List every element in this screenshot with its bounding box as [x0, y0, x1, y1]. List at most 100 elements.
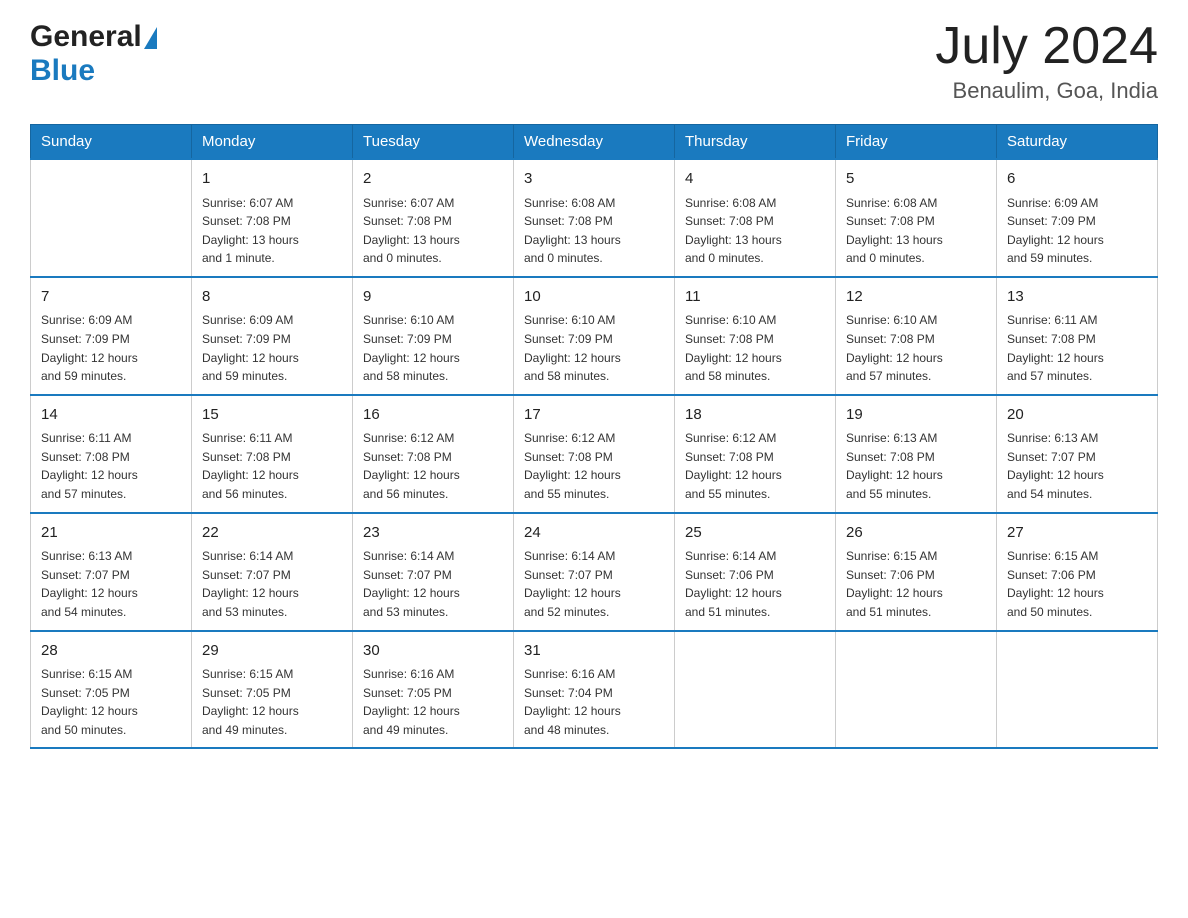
calendar-header-cell: Wednesday: [514, 125, 675, 160]
calendar-day-cell: 10Sunrise: 6:10 AM Sunset: 7:09 PM Dayli…: [514, 277, 675, 395]
calendar-header-cell: Thursday: [675, 125, 836, 160]
day-number: 27: [1007, 522, 1147, 545]
day-info: Sunrise: 6:10 AM Sunset: 7:08 PM Dayligh…: [846, 311, 986, 385]
day-number: 19: [846, 404, 986, 427]
day-number: 8: [202, 286, 342, 309]
calendar-header-cell: Saturday: [997, 125, 1158, 160]
calendar-day-cell: 9Sunrise: 6:10 AM Sunset: 7:09 PM Daylig…: [353, 277, 514, 395]
calendar-day-cell: 26Sunrise: 6:15 AM Sunset: 7:06 PM Dayli…: [836, 513, 997, 631]
day-info: Sunrise: 6:09 AM Sunset: 7:09 PM Dayligh…: [202, 311, 342, 385]
day-info: Sunrise: 6:08 AM Sunset: 7:08 PM Dayligh…: [524, 194, 664, 268]
day-info: Sunrise: 6:14 AM Sunset: 7:07 PM Dayligh…: [202, 547, 342, 621]
day-info: Sunrise: 6:15 AM Sunset: 7:06 PM Dayligh…: [1007, 547, 1147, 621]
calendar-header-cell: Monday: [192, 125, 353, 160]
calendar-day-cell: 19Sunrise: 6:13 AM Sunset: 7:08 PM Dayli…: [836, 395, 997, 513]
calendar-day-cell: 8Sunrise: 6:09 AM Sunset: 7:09 PM Daylig…: [192, 277, 353, 395]
calendar-day-cell: 4Sunrise: 6:08 AM Sunset: 7:08 PM Daylig…: [675, 159, 836, 277]
day-number: 1: [202, 168, 342, 191]
day-number: 7: [41, 286, 181, 309]
day-number: 6: [1007, 168, 1147, 191]
day-info: Sunrise: 6:16 AM Sunset: 7:04 PM Dayligh…: [524, 665, 664, 739]
day-info: Sunrise: 6:15 AM Sunset: 7:05 PM Dayligh…: [202, 665, 342, 739]
day-info: Sunrise: 6:13 AM Sunset: 7:07 PM Dayligh…: [1007, 429, 1147, 503]
calendar-day-cell: 28Sunrise: 6:15 AM Sunset: 7:05 PM Dayli…: [31, 631, 192, 749]
day-info: Sunrise: 6:08 AM Sunset: 7:08 PM Dayligh…: [846, 194, 986, 268]
day-info: Sunrise: 6:10 AM Sunset: 7:09 PM Dayligh…: [363, 311, 503, 385]
calendar-day-cell: [997, 631, 1158, 749]
calendar-day-cell: 20Sunrise: 6:13 AM Sunset: 7:07 PM Dayli…: [997, 395, 1158, 513]
day-info: Sunrise: 6:15 AM Sunset: 7:05 PM Dayligh…: [41, 665, 181, 739]
logo-blue-row: Blue: [30, 54, 95, 88]
day-info: Sunrise: 6:11 AM Sunset: 7:08 PM Dayligh…: [202, 429, 342, 503]
calendar-day-cell: [675, 631, 836, 749]
day-number: 5: [846, 168, 986, 191]
calendar-week-row: 1 Sunrise: 6:07 AM Sunset: 7:08 PM Daylig…: [31, 159, 1158, 277]
logo: General Blue: [30, 20, 157, 88]
calendar-day-cell: 27Sunrise: 6:15 AM Sunset: 7:06 PM Dayli…: [997, 513, 1158, 631]
calendar-day-cell: 23Sunrise: 6:14 AM Sunset: 7:07 PM Dayli…: [353, 513, 514, 631]
calendar-day-cell: 31Sunrise: 6:16 AM Sunset: 7:04 PM Dayli…: [514, 631, 675, 749]
day-number: 3: [524, 168, 664, 191]
calendar-week-row: 14Sunrise: 6:11 AM Sunset: 7:08 PM Dayli…: [31, 395, 1158, 513]
day-number: 10: [524, 286, 664, 309]
day-number: 22: [202, 522, 342, 545]
logo-triangle-icon: [144, 27, 157, 49]
calendar-day-cell: 29Sunrise: 6:15 AM Sunset: 7:05 PM Dayli…: [192, 631, 353, 749]
logo-general-text: General: [30, 20, 142, 54]
logo-blue-text: Blue: [30, 54, 95, 87]
day-info: Sunrise: 6:13 AM Sunset: 7:08 PM Dayligh…: [846, 429, 986, 503]
calendar-day-cell: 16Sunrise: 6:12 AM Sunset: 7:08 PM Dayli…: [353, 395, 514, 513]
logo-general-row: General: [30, 20, 157, 54]
day-number: 26: [846, 522, 986, 545]
day-number: 20: [1007, 404, 1147, 427]
day-info: Sunrise: 6:11 AM Sunset: 7:08 PM Dayligh…: [41, 429, 181, 503]
day-number: 16: [363, 404, 503, 427]
calendar-day-cell: 15Sunrise: 6:11 AM Sunset: 7:08 PM Dayli…: [192, 395, 353, 513]
calendar-day-cell: 1 Sunrise: 6:07 AM Sunset: 7:08 PM Daylig…: [192, 159, 353, 277]
calendar-day-cell: 25Sunrise: 6:14 AM Sunset: 7:06 PM Dayli…: [675, 513, 836, 631]
calendar-day-cell: 5 Sunrise: 6:08 AM Sunset: 7:08 PM Daylig…: [836, 159, 997, 277]
day-number: 25: [685, 522, 825, 545]
calendar-day-cell: 22Sunrise: 6:14 AM Sunset: 7:07 PM Dayli…: [192, 513, 353, 631]
month-title: July 2024: [935, 20, 1158, 72]
day-info: Sunrise: 6:16 AM Sunset: 7:05 PM Dayligh…: [363, 665, 503, 739]
calendar-day-cell: 18Sunrise: 6:12 AM Sunset: 7:08 PM Dayli…: [675, 395, 836, 513]
calendar-day-cell: 30Sunrise: 6:16 AM Sunset: 7:05 PM Dayli…: [353, 631, 514, 749]
day-number: 24: [524, 522, 664, 545]
calendar-day-cell: 11Sunrise: 6:10 AM Sunset: 7:08 PM Dayli…: [675, 277, 836, 395]
calendar-day-cell: 13Sunrise: 6:11 AM Sunset: 7:08 PM Dayli…: [997, 277, 1158, 395]
day-number: 21: [41, 522, 181, 545]
calendar-week-row: 21Sunrise: 6:13 AM Sunset: 7:07 PM Dayli…: [31, 513, 1158, 631]
day-number: 12: [846, 286, 986, 309]
calendar-day-cell: 21Sunrise: 6:13 AM Sunset: 7:07 PM Dayli…: [31, 513, 192, 631]
day-number: 13: [1007, 286, 1147, 309]
day-info: Sunrise: 6:10 AM Sunset: 7:08 PM Dayligh…: [685, 311, 825, 385]
calendar-day-cell: 17Sunrise: 6:12 AM Sunset: 7:08 PM Dayli…: [514, 395, 675, 513]
calendar-day-cell: 2Sunrise: 6:07 AM Sunset: 7:08 PM Daylig…: [353, 159, 514, 277]
calendar-day-cell: 7Sunrise: 6:09 AM Sunset: 7:09 PM Daylig…: [31, 277, 192, 395]
day-number: 30: [363, 640, 503, 663]
day-info: Sunrise: 6:13 AM Sunset: 7:07 PM Dayligh…: [41, 547, 181, 621]
calendar-day-cell: 14Sunrise: 6:11 AM Sunset: 7:08 PM Dayli…: [31, 395, 192, 513]
calendar-week-row: 28Sunrise: 6:15 AM Sunset: 7:05 PM Dayli…: [31, 631, 1158, 749]
day-number: 23: [363, 522, 503, 545]
calendar-week-row: 7Sunrise: 6:09 AM Sunset: 7:09 PM Daylig…: [31, 277, 1158, 395]
day-number: 9: [363, 286, 503, 309]
day-info: Sunrise: 6:11 AM Sunset: 7:08 PM Dayligh…: [1007, 311, 1147, 385]
day-info: Sunrise: 6:12 AM Sunset: 7:08 PM Dayligh…: [363, 429, 503, 503]
day-info: Sunrise: 6:12 AM Sunset: 7:08 PM Dayligh…: [685, 429, 825, 503]
day-info: Sunrise: 6:07 AM Sunset: 7:08 PM Dayligh…: [202, 194, 342, 268]
calendar-header-cell: Sunday: [31, 125, 192, 160]
calendar-day-cell: [31, 159, 192, 277]
day-number: 29: [202, 640, 342, 663]
day-number: 18: [685, 404, 825, 427]
day-info: Sunrise: 6:09 AM Sunset: 7:09 PM Dayligh…: [41, 311, 181, 385]
day-number: 14: [41, 404, 181, 427]
day-info: Sunrise: 6:15 AM Sunset: 7:06 PM Dayligh…: [846, 547, 986, 621]
day-number: 17: [524, 404, 664, 427]
calendar-day-cell: [836, 631, 997, 749]
calendar-header-row: SundayMondayTuesdayWednesdayThursdayFrid…: [31, 125, 1158, 160]
calendar-body: 1 Sunrise: 6:07 AM Sunset: 7:08 PM Daylig…: [31, 159, 1158, 748]
calendar-header: SundayMondayTuesdayWednesdayThursdayFrid…: [31, 125, 1158, 160]
calendar-day-cell: 12Sunrise: 6:10 AM Sunset: 7:08 PM Dayli…: [836, 277, 997, 395]
